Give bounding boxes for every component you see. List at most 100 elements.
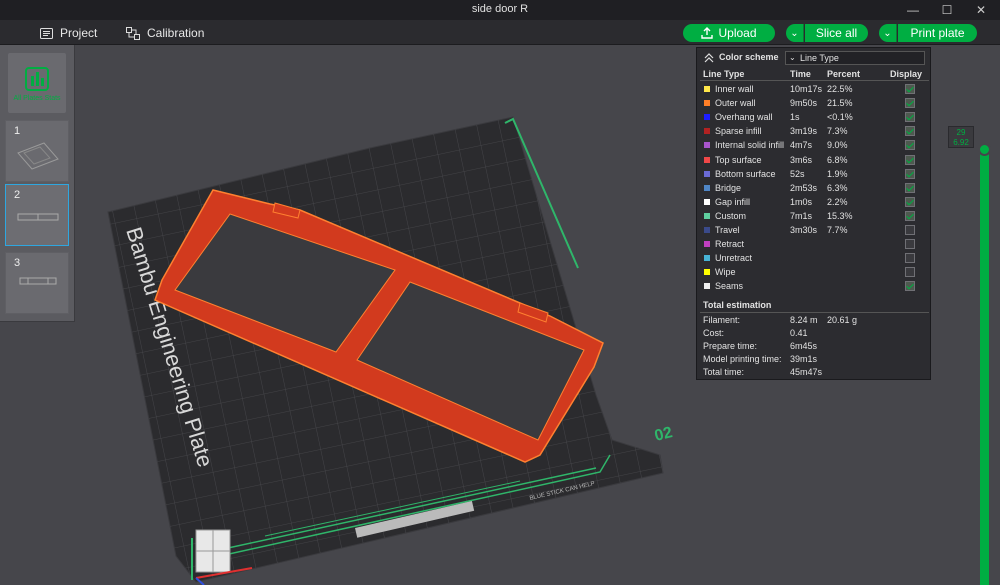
col-display: Display [890, 69, 923, 79]
plate-preview-icon [17, 142, 59, 170]
filament-weight: 20.61 g [827, 315, 858, 325]
display-checkbox[interactable] [905, 154, 915, 165]
calibration-label: Calibration [147, 26, 205, 40]
layer-slider-handle[interactable] [978, 143, 991, 156]
slice-all-button[interactable]: Slice all [805, 24, 868, 42]
model-time-row: Model printing time: 39m1s [697, 354, 932, 367]
window-title: side door R [471, 3, 529, 15]
legend-row: Gap infill 1m0s 2.2% [697, 196, 932, 210]
gcode-legend-panel: Color scheme ⌄ Line Type Line Type Time … [696, 47, 931, 380]
collapse-icon[interactable] [704, 53, 714, 63]
legend-row: Unretract [697, 252, 932, 266]
col-percent: Percent [827, 69, 861, 79]
line-type-name: Unretract [715, 253, 753, 264]
display-checkbox[interactable] [905, 253, 915, 264]
display-checkbox[interactable] [905, 98, 915, 109]
minimize-button[interactable]: — [896, 0, 930, 20]
line-type-time: 10m17s [790, 84, 823, 94]
maximize-button[interactable]: ☐ [930, 0, 964, 20]
plate-preview-icon [17, 213, 59, 221]
line-type-time: 3m30s [790, 225, 818, 235]
legend-row: Travel 3m30s 7.7% [697, 224, 932, 238]
line-type-name: Outer wall [715, 98, 756, 109]
legend-row: Seams [697, 280, 932, 294]
total-time-value: 45m47s [790, 367, 823, 377]
slice-dropdown-button[interactable]: ⌄ [786, 24, 804, 42]
slice-all-label: Slice all [815, 26, 858, 40]
line-type-name: Gap infill [715, 196, 751, 207]
model-time-value: 39m1s [790, 354, 818, 364]
main-toolbar: Project Calibration Upload ⌄ Slice all ⌄… [0, 20, 1000, 45]
line-type-percent: 1.9% [827, 168, 848, 179]
display-checkbox[interactable] [905, 225, 915, 235]
color-swatch [704, 86, 710, 92]
color-swatch [704, 170, 710, 177]
display-checkbox[interactable] [905, 281, 915, 292]
calibration-icon [126, 26, 140, 40]
line-type-time: 3m6s [790, 154, 813, 165]
display-checkbox[interactable] [905, 182, 915, 193]
cost-row: Cost: 0.41 [697, 328, 932, 341]
upload-label: Upload [718, 26, 757, 40]
project-tab[interactable]: Project [40, 24, 97, 42]
legend-row: Retract [697, 238, 932, 252]
color-scheme-select[interactable]: ⌄ Line Type [785, 51, 925, 65]
display-checkbox[interactable] [905, 168, 915, 179]
line-type-name: Custom [715, 210, 747, 221]
close-button[interactable]: ✕ [964, 0, 998, 20]
legend-row: Internal solid infill 4m7s 9.0% [697, 139, 932, 153]
line-type-name: Travel [715, 225, 740, 235]
plate-thumbnail-3[interactable]: 3 [5, 252, 69, 314]
color-swatch [704, 156, 710, 163]
upload-icon [701, 27, 714, 39]
total-estimation-title: Total estimation [703, 300, 772, 310]
display-checkbox[interactable] [905, 239, 915, 250]
total-time-label: Total time: [703, 367, 745, 377]
display-checkbox[interactable] [905, 267, 915, 278]
line-type-percent: 6.8% [827, 154, 848, 165]
cost-value: 0.41 [790, 328, 808, 338]
display-checkbox[interactable] [905, 112, 915, 123]
line-type-time: 7m1s [790, 210, 813, 221]
prepare-time-value: 6m45s [790, 341, 818, 351]
all-plates-stats-button[interactable]: All Plates Stats [8, 53, 66, 113]
line-type-time: 9m50s [790, 98, 818, 109]
display-checkbox[interactable] [905, 126, 915, 137]
plate-thumbnail-1[interactable]: 1 [5, 120, 69, 182]
plate-number: 1 [14, 125, 21, 137]
plate-thumbnail-2[interactable]: 2 [5, 184, 69, 246]
line-type-percent: <0.1% [827, 112, 853, 123]
color-swatch [704, 198, 710, 205]
calibration-tab[interactable]: Calibration [126, 24, 204, 42]
print-dropdown-button[interactable]: ⌄ [879, 24, 897, 42]
print-plate-button[interactable]: Print plate [898, 24, 977, 42]
layer-slider-track[interactable] [980, 145, 989, 585]
display-checkbox[interactable] [905, 84, 915, 94]
all-plates-label: All Plates Stats [13, 95, 61, 102]
color-swatch [704, 142, 710, 149]
line-type-name: Sparse infill [715, 126, 762, 137]
legend-row: Inner wall 10m17s 22.5% [697, 83, 932, 97]
line-type-percent: 6.3% [827, 182, 848, 193]
display-checkbox[interactable] [905, 210, 915, 221]
display-checkbox[interactable] [905, 196, 915, 207]
prepare-time-row: Prepare time: 6m45s [697, 341, 932, 354]
line-type-name: Wipe [715, 267, 736, 278]
line-type-name: Overhang wall [715, 112, 773, 123]
plate-preview-icon [19, 277, 57, 285]
legend-row: Bridge 2m53s 6.3% [697, 182, 932, 196]
color-swatch [704, 100, 710, 107]
display-checkbox[interactable] [905, 140, 915, 151]
layer-number: 29 [956, 128, 966, 137]
col-time: Time [790, 69, 811, 79]
upload-button[interactable]: Upload [683, 24, 775, 42]
color-scheme-header: Color scheme ⌄ Line Type [697, 48, 932, 66]
line-type-percent: 15.3% [827, 210, 853, 221]
color-swatch [704, 255, 710, 262]
line-type-percent: 7.7% [827, 225, 848, 235]
model-time-label: Model printing time: [703, 354, 782, 364]
line-type-percent: 7.3% [827, 126, 848, 137]
print-plate-label: Print plate [910, 26, 965, 40]
legend-row: Custom 7m1s 15.3% [697, 210, 932, 224]
total-time-row: Total time: 45m47s [697, 367, 932, 380]
